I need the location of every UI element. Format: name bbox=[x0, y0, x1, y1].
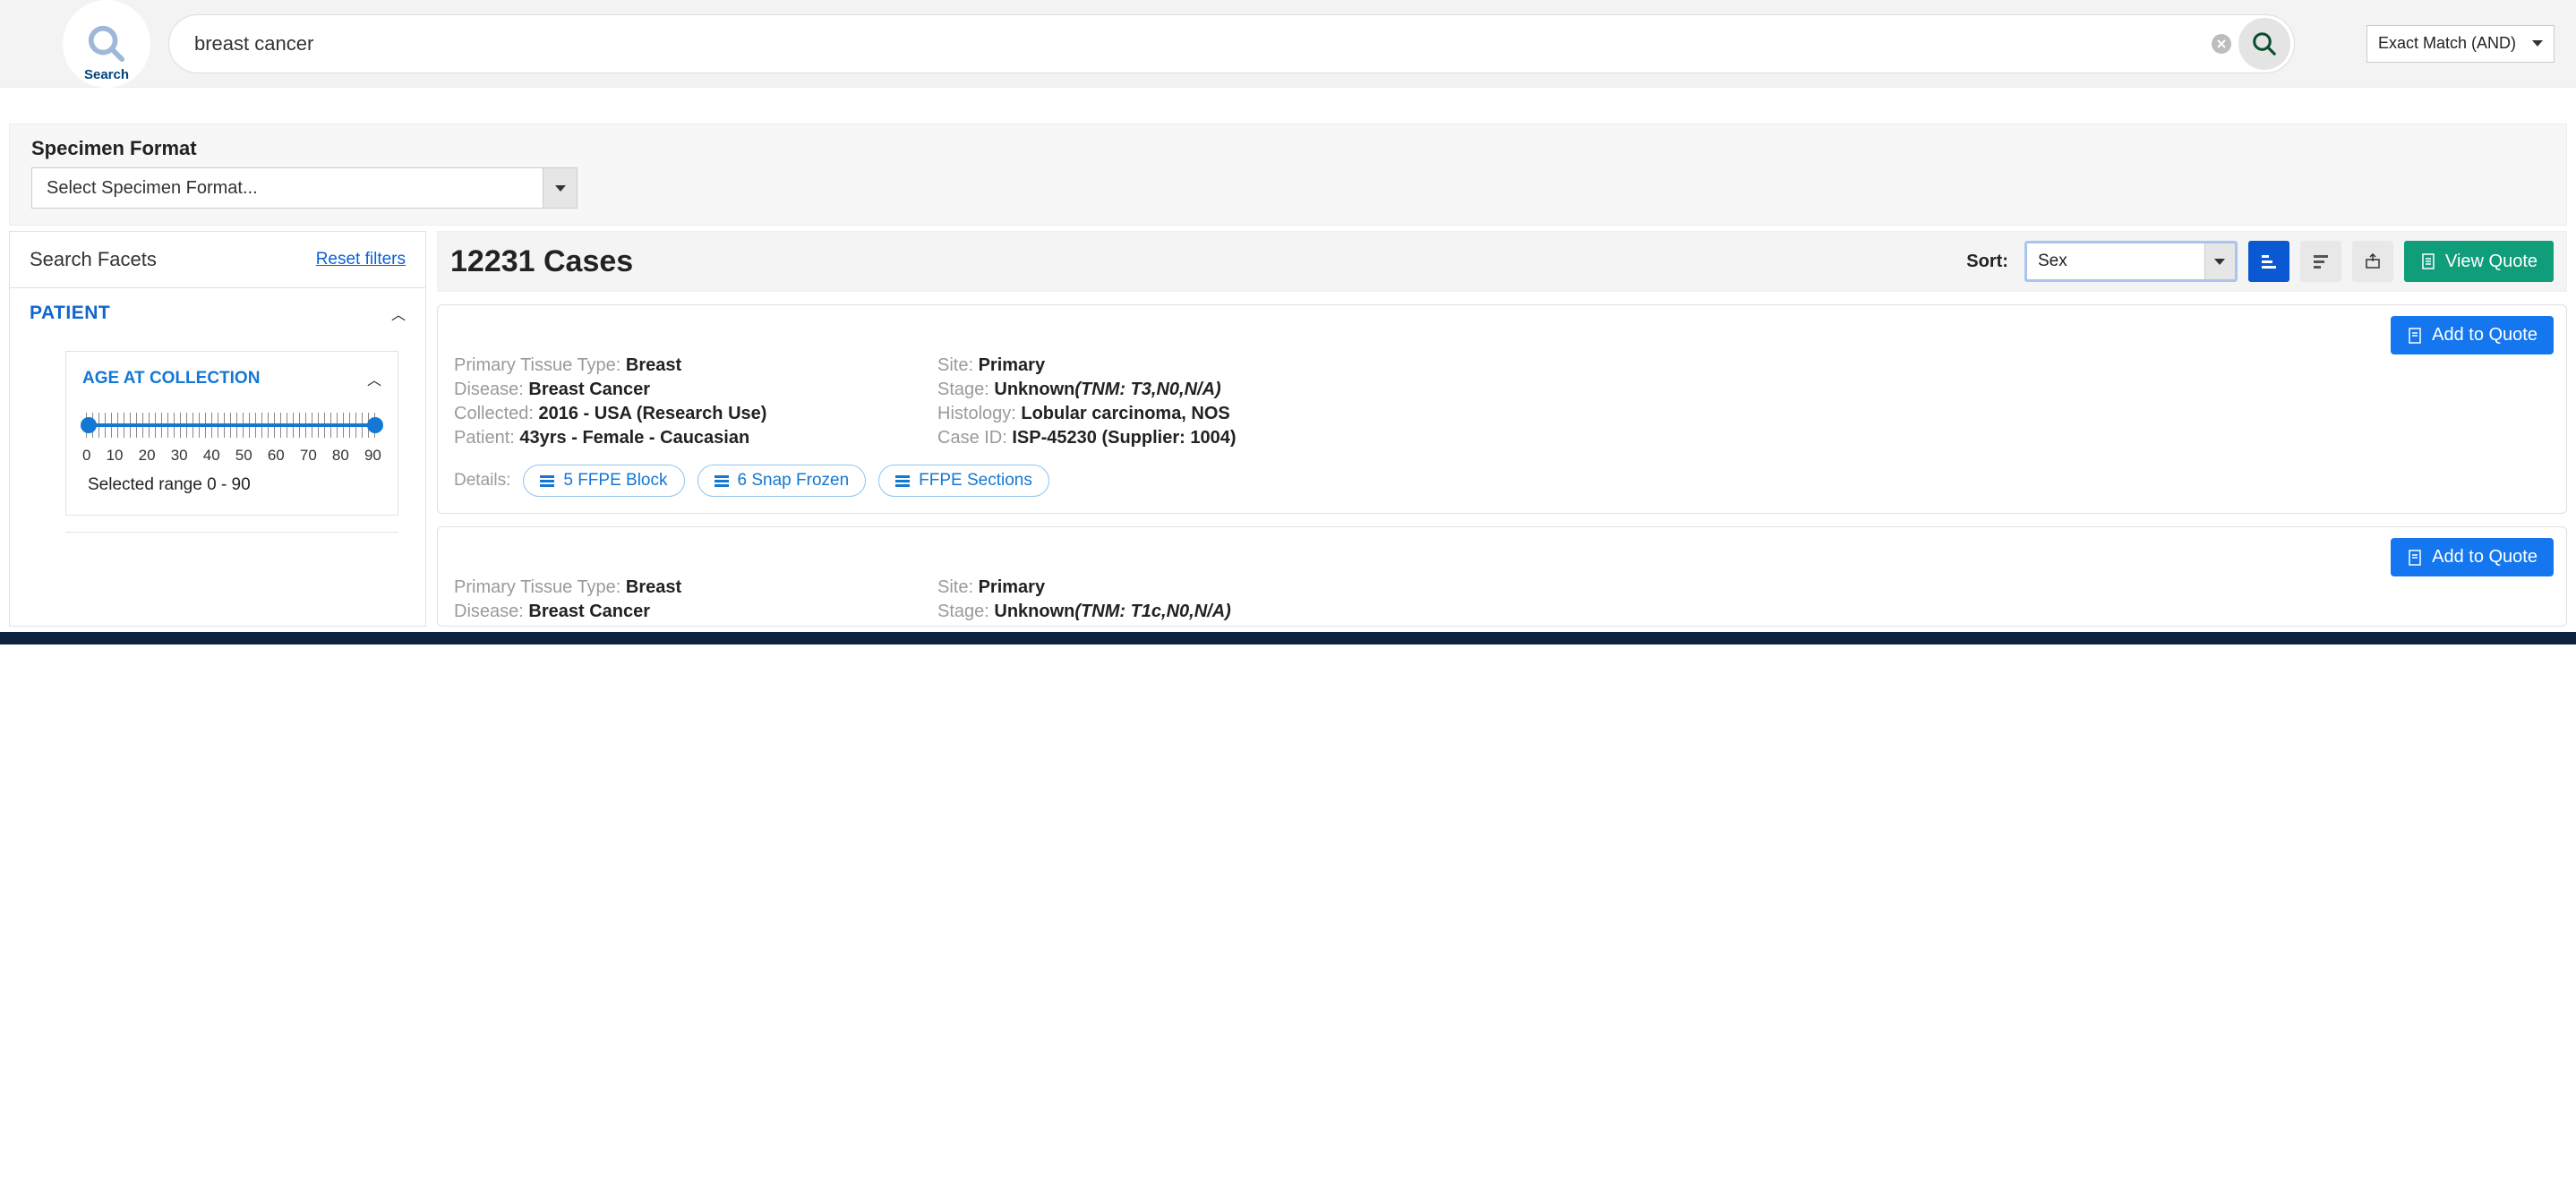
case-card: Add to Quote Primary Tissue Type: Breast… bbox=[437, 304, 2567, 514]
search-icon bbox=[2251, 30, 2278, 57]
match-mode-select[interactable]: Exact Match (AND) bbox=[2366, 25, 2555, 63]
sort-asc-icon bbox=[2260, 252, 2278, 270]
facet-group-patient[interactable]: PATIENT ︿ bbox=[10, 288, 425, 338]
view-quote-button[interactable]: View Quote bbox=[2404, 241, 2554, 282]
search-tab-label: Search bbox=[84, 67, 129, 82]
add-to-quote-button[interactable]: Add to Quote bbox=[2391, 538, 2554, 576]
facets-panel: Search Facets Reset filters PATIENT ︿ AG… bbox=[9, 231, 426, 627]
chevron-up-icon: ︿ bbox=[367, 368, 381, 389]
search-field-container bbox=[168, 14, 2295, 73]
view-quote-label: View Quote bbox=[2445, 252, 2537, 272]
clear-search-icon[interactable] bbox=[2212, 34, 2231, 54]
chevron-up-icon: ︿ bbox=[391, 303, 406, 324]
facet-age-card: AGE AT COLLECTION ︿ 0 10 20 30 40 50 60 … bbox=[65, 351, 398, 516]
list-icon bbox=[895, 475, 910, 487]
facets-title: Search Facets bbox=[30, 248, 157, 271]
document-icon bbox=[2407, 550, 2423, 566]
slider-tick-labels: 0 10 20 30 40 50 60 70 80 90 bbox=[82, 447, 381, 465]
facet-age-title: AGE AT COLLECTION bbox=[82, 369, 260, 388]
search-icon bbox=[86, 23, 127, 64]
details-label: Details: bbox=[454, 471, 510, 491]
chevron-down-icon bbox=[2204, 243, 2235, 279]
search-input[interactable] bbox=[194, 32, 2212, 55]
chevron-down-icon bbox=[2527, 26, 2548, 62]
export-button[interactable] bbox=[2352, 241, 2393, 282]
results-count: 12231 Cases bbox=[450, 244, 1956, 279]
document-icon bbox=[2407, 328, 2423, 344]
search-submit-button[interactable] bbox=[2238, 18, 2290, 70]
results-panel: 12231 Cases Sort: Sex bbox=[437, 231, 2567, 627]
reset-filters-link[interactable]: Reset filters bbox=[316, 250, 406, 269]
match-mode-value: Exact Match (AND) bbox=[2378, 34, 2516, 53]
export-icon bbox=[2365, 253, 2381, 269]
specimen-format-placeholder: Select Specimen Format... bbox=[47, 178, 258, 199]
sort-label: Sort: bbox=[1966, 252, 2008, 272]
age-range-slider[interactable] bbox=[86, 413, 378, 438]
specimen-format-label: Specimen Format bbox=[31, 137, 2545, 160]
footer-bar bbox=[0, 632, 2576, 644]
sort-select[interactable]: Sex bbox=[2024, 241, 2238, 282]
sort-descending-button[interactable] bbox=[2300, 241, 2341, 282]
detail-chip[interactable]: 6 Snap Frozen bbox=[697, 465, 867, 497]
top-search-bar: Search Exact Match (AND) bbox=[0, 0, 2576, 88]
search-tab[interactable]: Search bbox=[63, 0, 150, 88]
slider-thumb-max[interactable] bbox=[367, 417, 383, 433]
facet-group-label: PATIENT bbox=[30, 303, 110, 324]
specimen-format-select[interactable]: Select Specimen Format... bbox=[31, 167, 578, 209]
sort-desc-icon bbox=[2312, 252, 2330, 270]
document-icon bbox=[2420, 253, 2436, 269]
slider-thumb-min[interactable] bbox=[81, 417, 97, 433]
list-icon bbox=[715, 475, 729, 487]
sort-value: Sex bbox=[2038, 252, 2067, 271]
sort-ascending-button[interactable] bbox=[2248, 241, 2289, 282]
results-header: 12231 Cases Sort: Sex bbox=[437, 231, 2567, 292]
detail-chip[interactable]: 5 FFPE Block bbox=[523, 465, 684, 497]
add-to-quote-button[interactable]: Add to Quote bbox=[2391, 316, 2554, 354]
case-card: Add to Quote Primary Tissue Type: Breast… bbox=[437, 526, 2567, 627]
detail-chip[interactable]: FFPE Sections bbox=[878, 465, 1049, 497]
list-icon bbox=[540, 475, 554, 487]
specimen-format-panel: Specimen Format Select Specimen Format..… bbox=[9, 124, 2567, 226]
selected-range-text: Selected range 0 - 90 bbox=[82, 475, 381, 495]
chevron-down-icon bbox=[543, 168, 577, 208]
facet-age-header[interactable]: AGE AT COLLECTION ︿ bbox=[82, 368, 381, 389]
